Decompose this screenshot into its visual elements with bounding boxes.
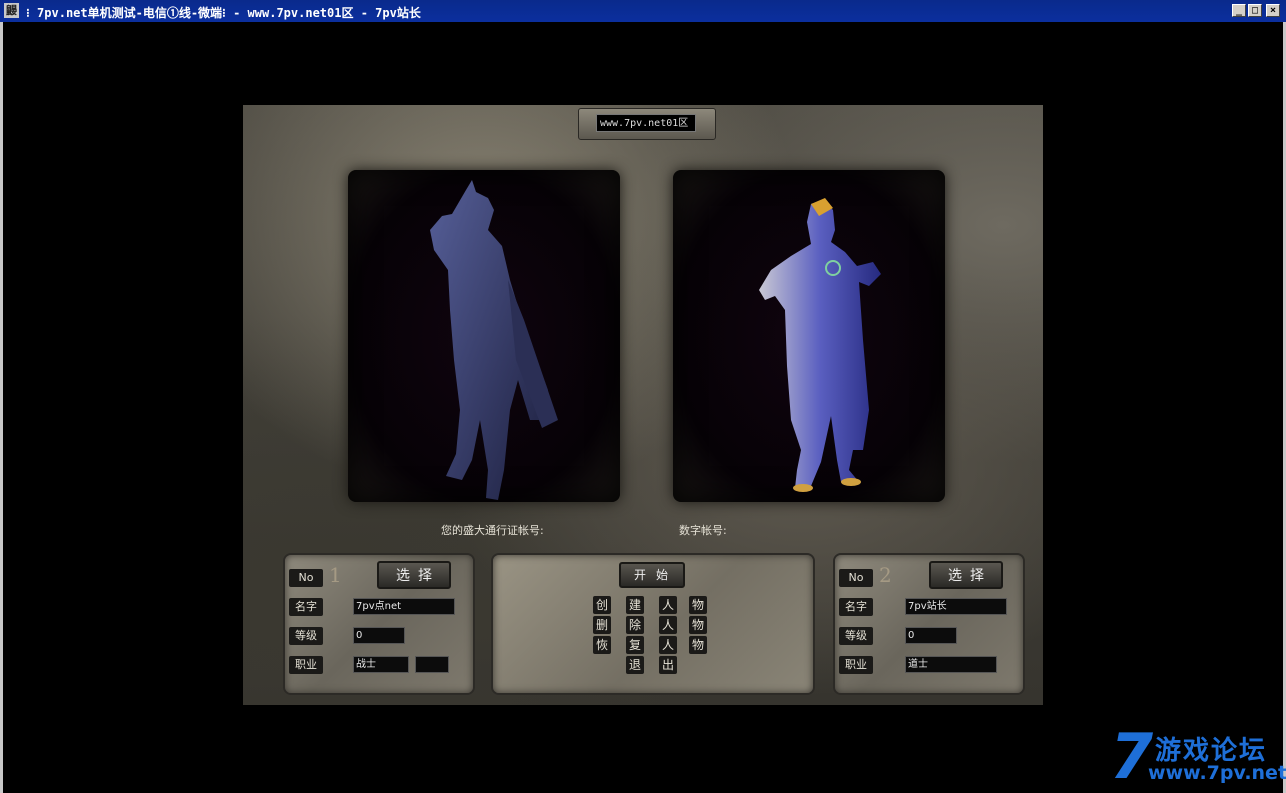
select-character-1-button[interactable]: 选择: [377, 561, 451, 589]
restore-character-button[interactable]: 恢 复 人 物: [593, 636, 713, 656]
level-field: 0: [353, 627, 405, 644]
name-label: 名字: [289, 598, 323, 616]
cmd-char: 物: [689, 616, 707, 634]
create-character-button[interactable]: 创 建 人 物: [593, 596, 713, 616]
cmd-char: 恢: [593, 636, 611, 654]
class-label: 职业: [289, 656, 323, 674]
character-slot-2-panel: No 2 选择 名字 7pv站长 等级 0 职业 道士: [833, 553, 1025, 695]
digit-account-label: 数字帐号:: [679, 524, 727, 537]
cmd-char: 创: [593, 596, 611, 614]
character-slot-2-display[interactable]: [673, 170, 945, 502]
window-title-bar[interactable]: 鼹 ⁝ 7pv.net单机测试-电信①线-微端⁝ - www.7pv.net01…: [0, 0, 1286, 22]
window-border-left: [0, 22, 3, 793]
server-plate: www.7pv.net01区: [578, 108, 716, 140]
app-icon[interactable]: 鼹: [4, 3, 19, 18]
name-field: 7pv点net: [353, 598, 455, 615]
level-label: 等级: [839, 627, 873, 645]
class-field: 战士: [353, 656, 409, 673]
slot-no-label: No: [289, 569, 323, 587]
cmd-char: 人: [659, 616, 677, 634]
slot-number: 1: [329, 563, 342, 587]
start-button[interactable]: 开始: [619, 562, 685, 588]
character-slot-1-panel: No 1 选择 名字 7pv点net 等级 0 职业 战士: [283, 553, 475, 695]
cmd-char: 人: [659, 636, 677, 654]
cmd-char: 建: [626, 596, 644, 614]
cmd-char: 物: [689, 636, 707, 654]
slot-no-label: No: [839, 569, 873, 587]
maximize-button[interactable]: □: [1248, 4, 1262, 17]
level-label: 等级: [289, 627, 323, 645]
site-watermark: 7 游戏论坛 www.7pv.net: [1110, 720, 1286, 793]
cmd-char: 退: [626, 656, 644, 674]
cmd-char: 除: [626, 616, 644, 634]
level-field: 0: [905, 627, 957, 644]
exit-button[interactable]: 退 出: [626, 656, 686, 676]
command-panel: 开始 创 建 人 物 删 除 人 物 恢 复 人 物 退 出: [491, 553, 815, 695]
account-label: 您的盛大通行证帐号:: [441, 524, 544, 537]
watermark-seven: 7: [1110, 720, 1154, 793]
name-field: 7pv站长: [905, 598, 1007, 615]
class-extra-field: [415, 656, 449, 673]
cmd-char: 复: [626, 636, 644, 654]
window-title: ⁝ 7pv.net单机测试-电信①线-微端⁝ - www.7pv.net01区 …: [26, 6, 421, 20]
delete-character-button[interactable]: 删 除 人 物: [593, 616, 713, 636]
class-field: 道士: [905, 656, 997, 673]
taoist-figure: [759, 198, 881, 492]
slot-number: 2: [879, 563, 892, 587]
server-name: www.7pv.net01区: [596, 114, 696, 132]
select-character-2-button[interactable]: 选择: [929, 561, 1003, 589]
watermark-url: www.7pv.net: [1148, 762, 1286, 784]
close-button[interactable]: ×: [1266, 4, 1280, 17]
cmd-char: 出: [659, 656, 677, 674]
minimize-button[interactable]: _: [1232, 4, 1246, 17]
cmd-char: 人: [659, 596, 677, 614]
class-label: 职业: [839, 656, 873, 674]
warrior-figure: [430, 180, 558, 500]
cmd-char: 物: [689, 596, 707, 614]
character-slot-1-display[interactable]: [348, 170, 620, 502]
cmd-char: 删: [593, 616, 611, 634]
character-select-screen: www.7pv.net01区 您的盛大通行证帐号: 数字帐号: No 1 选择 …: [243, 105, 1043, 705]
name-label: 名字: [839, 598, 873, 616]
